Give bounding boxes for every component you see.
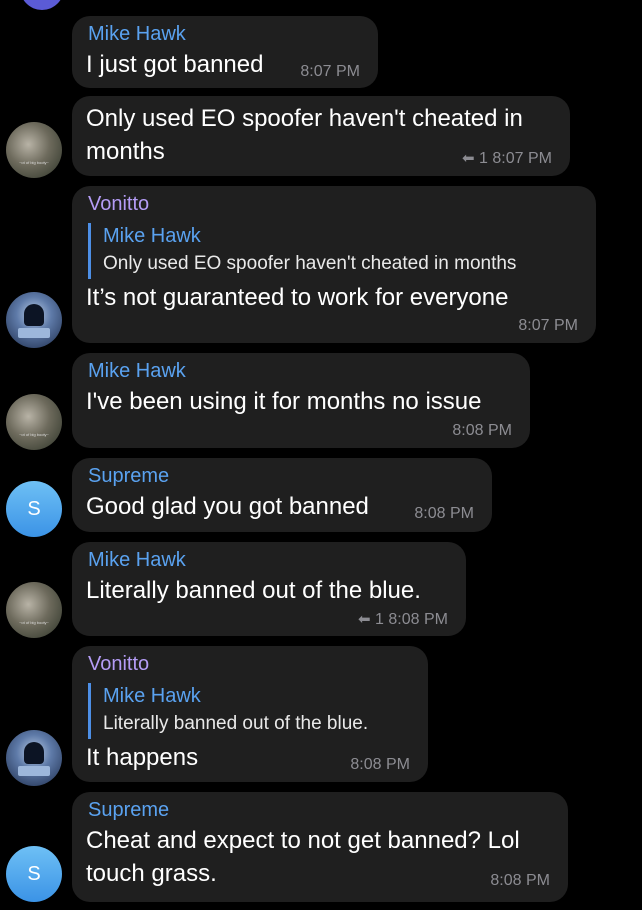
message-bubble-7[interactable]: Vonitto Mike Hawk Literally banned out o… [72, 646, 428, 782]
message-text: Good glad you got banned [86, 493, 369, 520]
avatar-partial[interactable] [20, 0, 64, 10]
avatar-supreme[interactable]: S [6, 481, 62, 537]
reply-arrow-icon[interactable]: ⬅ [462, 150, 475, 167]
message-text-line-1: Cheat and expect to not get banned? Lol [86, 827, 520, 854]
message-bubble-3[interactable]: Vonitto Mike Hawk Only used EO spoofer h… [72, 186, 596, 343]
sender-name[interactable]: Mike Hawk [88, 360, 186, 383]
avatar-mike-hawk[interactable]: ~ot of big booty~ [6, 394, 62, 450]
avatar-vonitto[interactable] [6, 730, 62, 786]
message-text: Literally banned out of the blue. [86, 577, 421, 604]
avatar-mike-hawk[interactable]: ~ot of big booty~ [6, 122, 62, 178]
avatar-mike-hawk[interactable]: ~ot of big booty~ [6, 582, 62, 638]
sender-name[interactable]: Supreme [88, 799, 169, 822]
reply-count[interactable]: 1 [375, 611, 384, 628]
avatar-supreme[interactable]: S [6, 846, 62, 902]
avatar-vonitto[interactable] [6, 292, 62, 348]
message-text: It happens [86, 744, 199, 771]
time-label: 8:08 PM [388, 611, 448, 628]
message-text-line-2: touch grass. [86, 860, 217, 887]
message-bubble-2[interactable]: Only used EO spoofer haven't cheated in … [72, 96, 570, 176]
quote-text: Only used EO spoofer haven't cheated in … [103, 253, 517, 274]
message-time: ⬅ 1 8:08 PM [358, 610, 448, 629]
message-text: I've been using it for months no issue [86, 388, 482, 415]
message-bubble-6[interactable]: Mike Hawk Literally banned out of the bl… [72, 542, 466, 636]
message-time: 8:08 PM [452, 422, 512, 439]
message-time: 8:08 PM [490, 872, 550, 889]
message-time: 8:07 PM [300, 63, 360, 80]
quote-text: Literally banned out of the blue. [103, 713, 369, 734]
sender-name[interactable]: Mike Hawk [88, 549, 186, 572]
sender-name[interactable]: Vonitto [88, 193, 149, 216]
message-time: ⬅ 1 8:07 PM [462, 149, 552, 168]
message-bubble-5[interactable]: Supreme Good glad you got banned 8:08 PM [72, 458, 492, 532]
reply-quote[interactable]: Mike Hawk Literally banned out of the bl… [88, 683, 368, 739]
message-bubble-8[interactable]: Supreme Cheat and expect to not get bann… [72, 792, 568, 902]
reply-quote[interactable]: Mike Hawk Only used EO spoofer haven't c… [88, 223, 516, 279]
message-text-line-2: months [86, 138, 165, 165]
reply-arrow-icon[interactable]: ⬅ [358, 611, 371, 628]
message-time: 8:08 PM [350, 756, 410, 773]
sender-name[interactable]: Mike Hawk [88, 23, 186, 46]
message-text-line-1: Only used EO spoofer haven't cheated in [86, 105, 523, 132]
quote-sender: Mike Hawk [103, 225, 201, 247]
reply-count[interactable]: 1 [479, 150, 488, 167]
message-time: 8:07 PM [518, 317, 578, 334]
message-time: 8:08 PM [414, 505, 474, 522]
message-bubble-4[interactable]: Mike Hawk I've been using it for months … [72, 353, 530, 448]
time-label: 8:07 PM [492, 150, 552, 167]
message-bubble-1[interactable]: Mike Hawk I just got banned 8:07 PM [72, 16, 378, 88]
sender-name[interactable]: Supreme [88, 465, 169, 488]
quote-sender: Mike Hawk [103, 685, 201, 707]
sender-name[interactable]: Vonitto [88, 653, 149, 676]
message-text: It’s not guaranteed to work for everyone [86, 284, 509, 311]
message-text: I just got banned [86, 51, 264, 78]
